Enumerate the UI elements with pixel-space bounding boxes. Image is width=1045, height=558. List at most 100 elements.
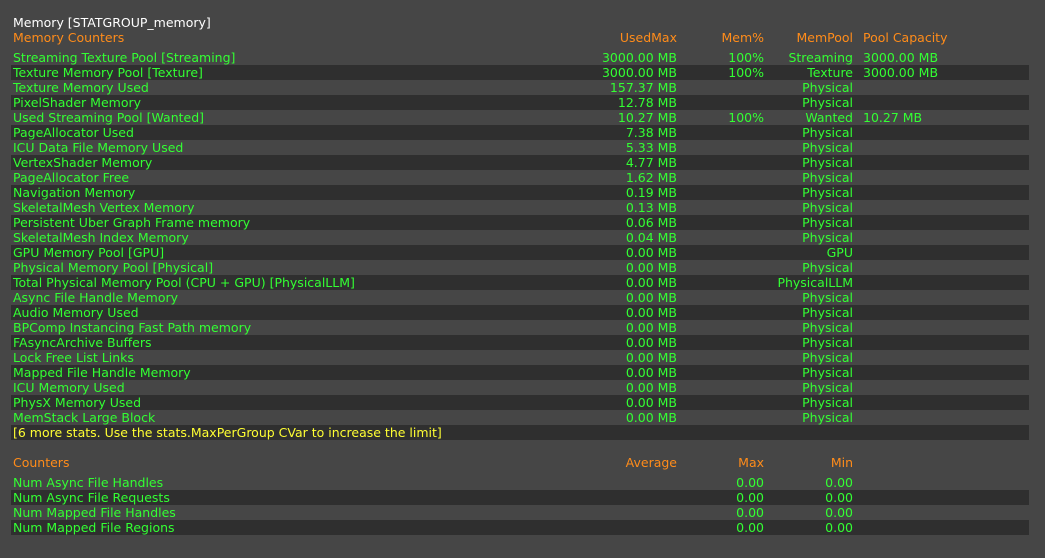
used-max-value: 157.37 MB <box>609 80 677 95</box>
mem-pool-header: MemPool <box>796 30 853 45</box>
stat-name: MemStack Large Block <box>13 410 156 425</box>
stat-name: Used Streaming Pool [Wanted] <box>13 110 205 125</box>
memory-stat-row: PhysX Memory Used 0.00 MB Physical <box>11 395 1029 410</box>
memory-stat-row: Texture Memory Pool [Texture] 3000.00 MB 1… <box>11 65 1029 80</box>
stat-name: ICU Data File Memory Used <box>13 140 184 155</box>
used-max-value: 0.04 MB <box>625 230 677 245</box>
memory-stat-row: PixelShader Memory 12.78 MB Physical <box>11 95 1029 110</box>
mem-pool-value: Physical <box>802 185 853 200</box>
more-stats-note: [6 more stats. Use the stats.MaxPerGroup… <box>13 425 442 440</box>
min-value: 0.00 <box>825 490 853 505</box>
mem-pool-value: Physical <box>802 215 853 230</box>
max-value: 0.00 <box>736 475 764 490</box>
counters-header: Counters <box>13 455 70 470</box>
counter-row: Num Async File Handles 0.00 0.00 <box>11 475 1029 490</box>
stat-name: VertexShader Memory <box>13 155 153 170</box>
mem-pool-value: Physical <box>802 395 853 410</box>
mem-pool-value: Physical <box>802 80 853 95</box>
used-max-value: 0.00 MB <box>625 290 677 305</box>
stat-name: Audio Memory Used <box>13 305 139 320</box>
mem-pool-value: Physical <box>802 170 853 185</box>
mem-pool-value: Texture <box>807 65 853 80</box>
counter-name: Num Async File Handles <box>13 475 164 490</box>
stat-name: ICU Memory Used <box>13 380 125 395</box>
used-max-value: 1.62 MB <box>625 170 677 185</box>
pool-capacity-value: 3000.00 MB <box>863 50 939 65</box>
used-max-value: 0.00 MB <box>625 410 677 425</box>
stat-name: GPU Memory Pool [GPU] <box>13 245 165 260</box>
memory-stat-row: ICU Data File Memory Used 5.33 MB Physical <box>11 140 1029 155</box>
used-max-value: 0.00 MB <box>625 305 677 320</box>
mem-pool-value: Physical <box>802 125 853 140</box>
mem-pool-value: Physical <box>802 260 853 275</box>
mem-pool-value: Physical <box>802 320 853 335</box>
stat-name: Async File Handle Memory <box>13 290 179 305</box>
stat-name: PageAllocator Used <box>13 125 134 140</box>
counter-row: Num Mapped File Regions 0.00 0.00 <box>11 520 1029 535</box>
stat-name: Physical Memory Pool [Physical] <box>13 260 214 275</box>
used-max-value: 0.00 MB <box>625 335 677 350</box>
used-max-value: 0.00 MB <box>625 350 677 365</box>
memory-header-row: Memory Counters UsedMax Mem% MemPool Poo… <box>11 30 1029 45</box>
max-header: Max <box>738 455 764 470</box>
memory-stat-row: Audio Memory Used 0.00 MB Physical <box>11 305 1029 320</box>
memory-stat-row: FAsyncArchive Buffers 0.00 MB Physical <box>11 335 1029 350</box>
used-max-value: 0.00 MB <box>625 395 677 410</box>
memory-stat-row: Persistent Uber Graph Frame memory 0.06 M… <box>11 215 1029 230</box>
used-max-value: 3000.00 MB <box>601 50 677 65</box>
mem-pool-value: Physical <box>802 290 853 305</box>
memory-stat-row: BPComp Instancing Fast Path memory 0.00 M… <box>11 320 1029 335</box>
stat-name: Lock Free List Links <box>13 350 134 365</box>
mem-pool-value: Physical <box>802 365 853 380</box>
mem-pool-value: Physical <box>802 230 853 245</box>
counter-name: Num Async File Requests <box>13 490 170 505</box>
memory-stat-row: Total Physical Memory Pool (CPU + GPU) [… <box>11 275 1029 290</box>
mem-pool-value: Physical <box>802 200 853 215</box>
pool-capacity-header: Pool Capacity <box>863 30 948 45</box>
stats-overlay: Memory [STATGROUP_memory] Memory Counter… <box>0 0 1045 558</box>
pool-capacity-value: 3000.00 MB <box>863 65 939 80</box>
used-max-value: 12.78 MB <box>617 95 677 110</box>
mem-pool-value: Streaming <box>788 50 853 65</box>
memory-stat-row: Texture Memory Used 157.37 MB Physical <box>11 80 1029 95</box>
used-max-value: 7.38 MB <box>625 125 677 140</box>
memory-stat-row: MemStack Large Block 0.00 MB Physical <box>11 410 1029 425</box>
used-max-value: 0.06 MB <box>625 215 677 230</box>
stat-name: Mapped File Handle Memory <box>13 365 191 380</box>
used-max-value: 5.33 MB <box>625 140 677 155</box>
mem-pool-value: Physical <box>802 95 853 110</box>
stat-name: SkeletalMesh Index Memory <box>13 230 189 245</box>
min-value: 0.00 <box>825 505 853 520</box>
average-header: Average <box>625 455 677 470</box>
mem-pool-value: Physical <box>802 305 853 320</box>
min-header: Min <box>830 455 853 470</box>
used-max-value: 0.00 MB <box>625 320 677 335</box>
used-max-value: 4.77 MB <box>625 155 677 170</box>
memory-stat-row: SkeletalMesh Index Memory 0.04 MB Physical <box>11 230 1029 245</box>
stat-name: FAsyncArchive Buffers <box>13 335 152 350</box>
memory-stat-row: Lock Free List Links 0.00 MB Physical <box>11 350 1029 365</box>
counters-header-row: Counters Average Max Min <box>11 455 1029 470</box>
memory-stat-row: VertexShader Memory 4.77 MB Physical <box>11 155 1029 170</box>
memory-stat-row: Async File Handle Memory 0.00 MB Physical <box>11 290 1029 305</box>
stat-name: PageAllocator Free <box>13 170 130 185</box>
stat-name: Texture Memory Used <box>13 80 149 95</box>
memory-stat-row: ICU Memory Used 0.00 MB Physical <box>11 380 1029 395</box>
mem-percent-value: 100% <box>728 110 764 125</box>
mem-percent-value: 100% <box>728 65 764 80</box>
counter-name: Num Mapped File Handles <box>13 505 176 520</box>
memory-stat-row: PageAllocator Used 7.38 MB Physical <box>11 125 1029 140</box>
stat-name: PhysX Memory Used <box>13 395 142 410</box>
used-max-value: 0.00 MB <box>625 245 677 260</box>
stat-name: BPComp Instancing Fast Path memory <box>13 320 252 335</box>
mem-pool-value: Physical <box>802 155 853 170</box>
stat-name: Navigation Memory <box>13 185 136 200</box>
stat-name: Texture Memory Pool [Texture] <box>13 65 203 80</box>
used-max-header: UsedMax <box>619 30 677 45</box>
mem-pool-value: PhysicalLLM <box>777 275 853 290</box>
mem-pool-value: Physical <box>802 140 853 155</box>
min-value: 0.00 <box>825 475 853 490</box>
max-value: 0.00 <box>736 490 764 505</box>
stat-group-title: Memory [STATGROUP_memory] <box>13 15 211 30</box>
max-value: 0.00 <box>736 520 764 535</box>
